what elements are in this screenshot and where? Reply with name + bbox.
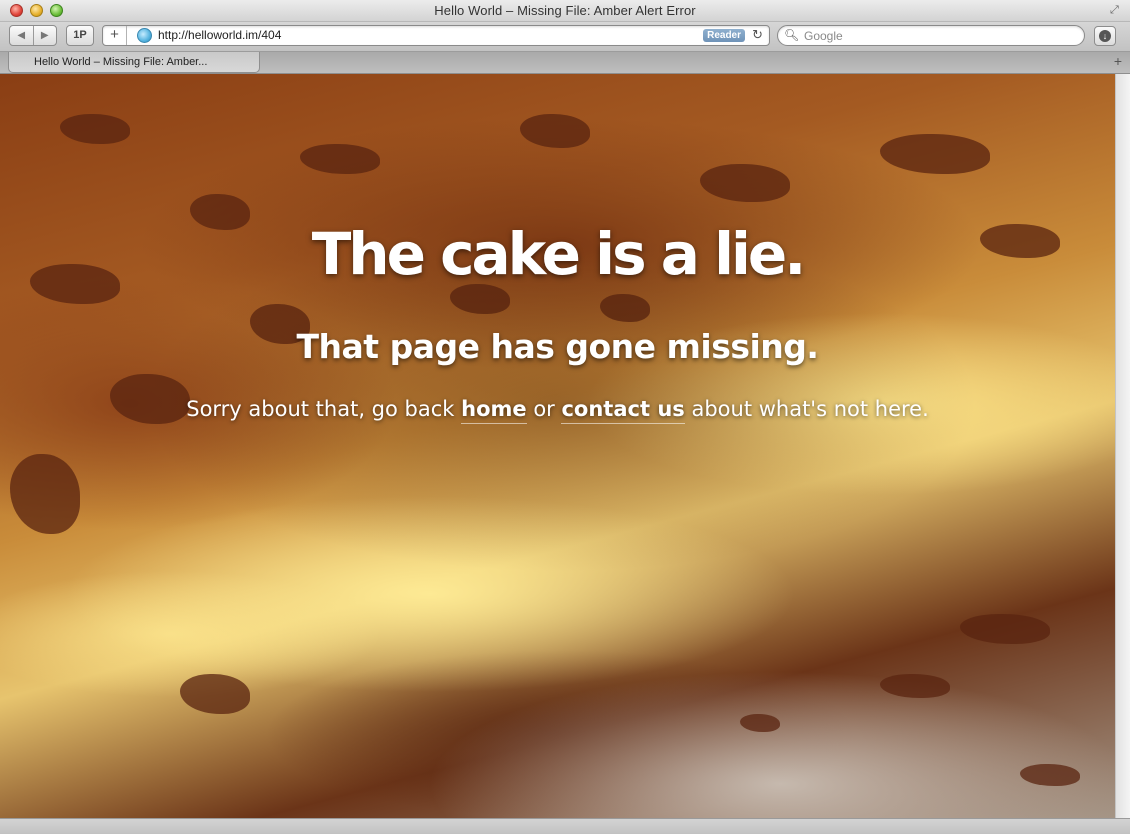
message-middle: or [526,397,562,421]
url-text[interactable]: http://helloworld.im/404 [158,28,281,42]
status-bar [0,818,1130,834]
back-forward-group: ◀ ▶ [9,25,57,46]
address-bar[interactable]: + http://helloworld.im/404 Reader ↻ [102,25,770,46]
add-bookmark-button[interactable]: + [103,26,127,45]
reload-icon[interactable]: ↻ [752,27,763,43]
site-favicon-icon [137,28,152,43]
home-link[interactable]: home [461,397,527,424]
message-prefix: Sorry about that, go back [186,397,462,421]
contact-us-link[interactable]: contact us [561,397,685,424]
search-icon[interactable]: 🔍︎ [784,28,799,42]
window-titlebar: Hello World – Missing File: Amber Alert … [0,0,1130,22]
onepassword-button[interactable]: 1P [66,25,94,46]
search-input[interactable] [804,27,1074,44]
browser-toolbar: ◀ ▶ 1P + http://helloworld.im/404 Reader… [0,22,1130,52]
fullscreen-icon[interactable]: ⤢ [1110,4,1122,16]
window-title: Hello World – Missing File: Amber Alert … [434,3,696,18]
vertical-scrollbar[interactable] [1115,74,1130,818]
reader-button[interactable]: Reader [703,29,745,42]
downloads-button[interactable]: ↓ [1094,26,1116,46]
download-icon: ↓ [1099,30,1111,42]
back-arrow-icon: ◀ [17,30,26,41]
help-message: Sorry about that, go back home or contac… [0,397,1115,424]
search-box[interactable]: 🔍︎ [777,25,1085,46]
error-message-section: The cake is a lie. That page has gone mi… [0,74,1115,818]
forward-arrow-icon: ▶ [40,30,49,41]
tab-bar: Hello World – Missing File: Amber... + [0,52,1130,74]
back-button[interactable]: ◀ [10,26,33,45]
new-tab-icon[interactable]: + [1114,53,1122,69]
page-headline: The cake is a lie. [311,220,807,288]
tab-active[interactable]: Hello World – Missing File: Amber... [8,52,260,73]
forward-button[interactable]: ▶ [32,26,57,45]
message-suffix: about what's not here. [684,397,929,421]
page-subheadline: That page has gone missing. [296,327,819,366]
